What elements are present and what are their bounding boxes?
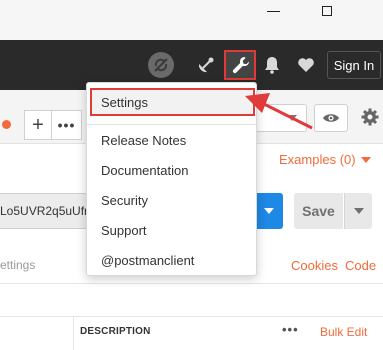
manage-environments-button[interactable]	[356, 102, 383, 132]
notifications-button[interactable]	[260, 40, 284, 90]
environment-select[interactable]	[255, 104, 307, 132]
column-separator	[73, 317, 74, 350]
bell-icon	[265, 57, 279, 74]
menu-item-support[interactable]: Support	[87, 215, 256, 245]
settings-dropdown-menu: Settings Release Notes Documentation Sec…	[86, 82, 257, 276]
sync-off-icon	[148, 52, 174, 78]
tab-more-button[interactable]: •••	[52, 110, 82, 140]
menu-item-security[interactable]: Security	[87, 185, 256, 215]
environment-quick-look-button[interactable]	[314, 104, 348, 132]
heart-icon	[298, 58, 314, 72]
window-title-bar	[0, 0, 383, 40]
chevron-down-icon	[287, 115, 297, 121]
maximize-icon	[322, 6, 332, 16]
examples-dropdown[interactable]: Examples (0)	[279, 152, 356, 167]
description-column-header: DESCRIPTION	[80, 326, 151, 337]
menu-item-settings[interactable]: Settings	[90, 88, 255, 116]
save-button[interactable]: Save	[294, 193, 343, 229]
heart-button[interactable]	[294, 40, 318, 90]
menu-item-release-notes[interactable]: Release Notes	[87, 125, 256, 155]
minimize-icon	[266, 10, 280, 12]
divider	[0, 283, 383, 284]
chevron-down-icon	[264, 208, 274, 214]
sign-in-button[interactable]: Sign In	[327, 51, 381, 79]
tab-settings[interactable]: ettings	[0, 258, 35, 272]
bulk-edit-link[interactable]: Bulk Edit	[320, 325, 367, 339]
menu-item-documentation[interactable]: Documentation	[87, 155, 256, 185]
table-more-button[interactable]: •••	[282, 322, 299, 337]
code-link[interactable]: Code	[345, 258, 376, 273]
minimize-button[interactable]	[253, 0, 293, 20]
wrench-icon	[232, 56, 250, 74]
request-url-input[interactable]: Lo5UVR2q5uUfr	[0, 193, 92, 229]
new-tab-button[interactable]: +	[24, 110, 52, 140]
menu-item-postmanclient[interactable]: @postmanclient	[87, 245, 256, 275]
save-options-button[interactable]	[344, 193, 372, 229]
cookies-link[interactable]: Cookies	[291, 258, 338, 273]
eye-icon	[323, 114, 339, 122]
maximize-button[interactable]	[307, 0, 347, 20]
send-options-button[interactable]	[255, 193, 283, 229]
gear-icon	[361, 108, 378, 126]
chevron-down-icon	[353, 208, 364, 214]
examples-caret-icon	[361, 157, 371, 163]
satellite-icon	[198, 57, 214, 73]
unsaved-tab-dot	[2, 120, 11, 129]
